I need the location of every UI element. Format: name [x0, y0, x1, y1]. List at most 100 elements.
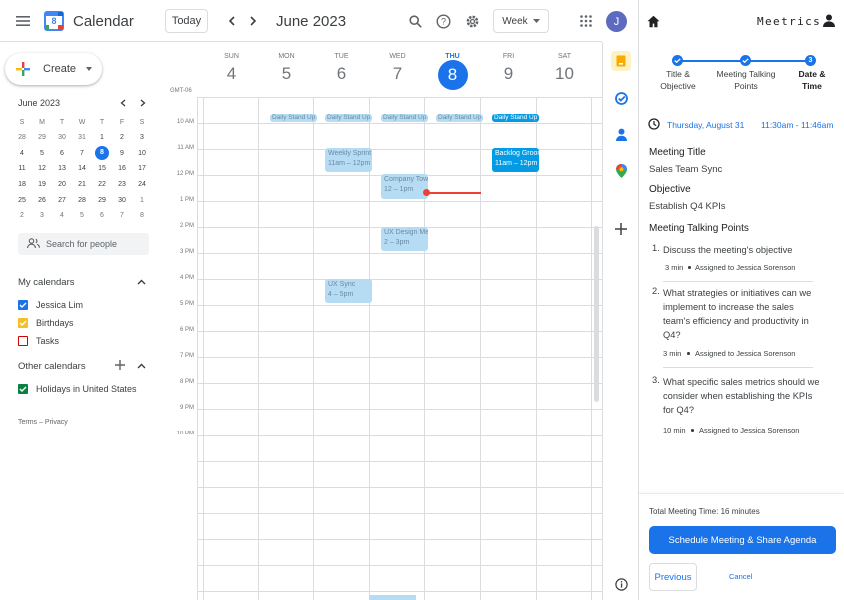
mini-day[interactable]: 22 [92, 177, 112, 193]
calendar-checkbox[interactable] [18, 318, 28, 328]
today-button[interactable]: Today [165, 9, 208, 33]
grid-scrollbar[interactable] [594, 226, 599, 402]
step-1-label[interactable]: Title & Objective [653, 68, 703, 92]
mini-day[interactable]: 11 [12, 161, 32, 177]
mini-day[interactable]: 2 [112, 130, 132, 146]
calendar-checkbox[interactable] [18, 336, 28, 346]
holidays-checkbox[interactable] [18, 384, 28, 394]
mini-day[interactable]: 13 [52, 161, 72, 177]
mini-day[interactable]: 18 [12, 177, 32, 193]
mini-day[interactable]: 27 [52, 192, 72, 208]
collapse-chevron-icon[interactable] [135, 277, 147, 287]
create-button[interactable]: Create [5, 53, 102, 85]
apps-grid-icon[interactable] [577, 12, 595, 30]
maps-icon[interactable] [613, 163, 629, 179]
mini-day[interactable]: 6 [92, 208, 112, 224]
prev-week-icon[interactable] [224, 13, 240, 29]
day-header[interactable]: THU 8 [425, 51, 480, 90]
terms-privacy-link[interactable]: Terms – Privacy [18, 419, 68, 426]
calendar-label[interactable]: Jessica Lim [36, 300, 83, 310]
day-header[interactable]: FRI 9 [481, 51, 536, 84]
mini-day[interactable]: 21 [72, 177, 92, 193]
mini-day[interactable]: 28 [12, 130, 32, 146]
mini-day[interactable]: 6 [52, 146, 72, 162]
keep-notes-icon[interactable] [611, 51, 631, 71]
mini-day[interactable]: 8 [132, 208, 152, 224]
mini-day[interactable]: 3 [32, 208, 52, 224]
mini-day[interactable]: 28 [72, 192, 92, 208]
day-header[interactable]: TUE 6 [314, 51, 369, 84]
mini-day[interactable]: 8 [92, 146, 112, 162]
mini-day[interactable]: 3 [132, 130, 152, 146]
mini-day[interactable]: 19 [32, 177, 52, 193]
mini-day[interactable]: 10 [132, 146, 152, 162]
mini-day[interactable]: 7 [112, 208, 132, 224]
mini-day[interactable]: 9 [112, 146, 132, 162]
contacts-icon[interactable] [613, 126, 629, 142]
mini-next-icon[interactable] [137, 97, 149, 109]
collapse-chevron-icon[interactable] [135, 361, 147, 371]
add-calendar-icon[interactable] [114, 359, 126, 371]
mini-day[interactable]: 24 [132, 177, 152, 193]
schedule-meeting-button[interactable]: Schedule Meeting & Share Agenda [649, 526, 836, 554]
previous-button[interactable]: Previous [649, 563, 697, 591]
mini-day[interactable]: 4 [52, 208, 72, 224]
settings-gear-icon[interactable] [463, 12, 481, 30]
day-header[interactable]: SUN 4 [204, 51, 259, 84]
mini-day[interactable]: 17 [132, 161, 152, 177]
mini-day[interactable]: 5 [32, 146, 52, 162]
mini-day[interactable]: 29 [92, 192, 112, 208]
mini-day[interactable]: 1 [132, 192, 152, 208]
mini-day[interactable]: 31 [72, 130, 92, 146]
next-week-icon[interactable] [245, 13, 261, 29]
calendar-event[interactable]: Daily Stand Up [325, 114, 372, 122]
calendar-event[interactable]: Daily Stand Up [381, 114, 428, 122]
mini-day[interactable]: 4 [12, 146, 32, 162]
help-icon[interactable]: ? [434, 12, 452, 30]
calendar-event[interactable]: Daily Stand Up [270, 114, 317, 122]
mini-day[interactable]: 20 [52, 177, 72, 193]
day-header[interactable]: MON 5 [259, 51, 314, 84]
calendar-event[interactable]: Backlog Grooming 11am – 12pm [492, 148, 539, 172]
meeting-time[interactable]: 11:30am - 11:46am [761, 120, 833, 130]
day-header[interactable]: WED 7 [370, 51, 425, 84]
mini-day[interactable]: 26 [32, 192, 52, 208]
account-avatar[interactable]: J [606, 11, 627, 32]
search-people-input[interactable]: Search for people [18, 233, 149, 255]
mini-day[interactable]: 23 [112, 177, 132, 193]
mini-day[interactable]: 25 [12, 192, 32, 208]
mini-day[interactable]: 12 [32, 161, 52, 177]
info-icon[interactable] [613, 576, 629, 592]
mini-day[interactable]: 2 [12, 208, 32, 224]
meeting-date[interactable]: Thursday, August 31 [667, 120, 744, 130]
mini-day[interactable]: 16 [112, 161, 132, 177]
mini-day[interactable]: 15 [92, 161, 112, 177]
mini-day[interactable]: 30 [52, 130, 72, 146]
mini-prev-icon[interactable] [117, 97, 129, 109]
day-header[interactable]: SAT 10 [537, 51, 592, 84]
user-profile-icon[interactable] [822, 13, 836, 27]
mini-day[interactable]: 5 [72, 208, 92, 224]
search-icon[interactable] [406, 12, 424, 30]
calendar-event[interactable]: Daily Stand Up [492, 114, 539, 122]
mini-day[interactable]: 1 [92, 130, 112, 146]
step-3-label[interactable]: Date & Time [791, 68, 833, 92]
calendar-event[interactable]: Daily Stand Up [436, 114, 483, 122]
calendar-checkbox[interactable] [18, 300, 28, 310]
calendar-label[interactable]: Birthdays [36, 318, 74, 328]
mini-day[interactable]: 7 [72, 146, 92, 162]
view-select[interactable]: Week [493, 9, 549, 33]
cancel-link[interactable]: Cancel [729, 572, 752, 581]
mini-day[interactable]: 14 [72, 161, 92, 177]
calendar-event[interactable]: Company Town Hall 12 – 1pm [381, 174, 428, 199]
calendar-event[interactable]: UX Sync 4 – 5pm [325, 279, 372, 303]
home-icon[interactable] [645, 13, 661, 29]
calendar-event[interactable]: UX Design Meeting 2 – 3pm [381, 227, 428, 251]
calendar-event[interactable]: Weekly Sprint 11am – 12pm [325, 148, 372, 172]
add-addon-icon[interactable] [613, 221, 629, 237]
tasks-icon[interactable] [613, 90, 629, 106]
step-2-label[interactable]: Meeting Talking Points [715, 68, 777, 92]
main-menu-icon[interactable] [14, 12, 32, 30]
mini-day[interactable]: 29 [32, 130, 52, 146]
calendar-label[interactable]: Tasks [36, 336, 59, 346]
